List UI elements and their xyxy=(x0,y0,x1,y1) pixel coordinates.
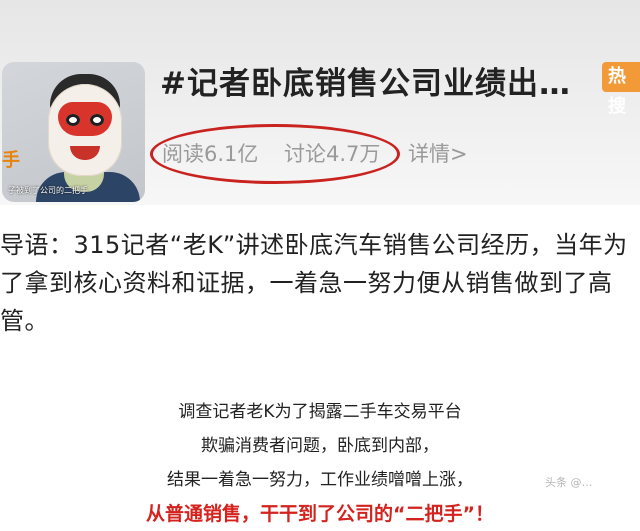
topic-title[interactable]: #记者卧底销售公司业绩出… xyxy=(160,58,600,103)
detail-link[interactable]: 详情> xyxy=(408,138,468,168)
intro-paragraph: 导语：315记者“老K”讲述卧底汽车销售公司经历，当年为了拿到核心资料和证据，一… xyxy=(0,231,628,335)
monkey-mask-image xyxy=(48,84,122,176)
article-line: 结果一着急一努力，工作业绩噌噌上涨， xyxy=(167,470,473,490)
thumbnail-overlay-char: 手 xyxy=(2,150,20,171)
article-line: 欺骗消费者问题，卧底到内部， xyxy=(201,436,439,456)
mask-mouth xyxy=(70,146,100,160)
article-body: 调查记者老K为了揭露二手车交易平台 欺骗消费者问题，卧底到内部， 结果一着急一努… xyxy=(0,395,640,531)
article-line: 调查记者老K为了揭露二手车交易平台 xyxy=(178,402,462,422)
stats-highlight-circle xyxy=(150,124,400,184)
article-emphasis-line: 从普通销售，干干到了公司的“二把手”！ xyxy=(146,503,494,525)
mask-left-eye xyxy=(66,114,80,126)
topic-thumbnail[interactable]: 手 子被到了公司的二把手 xyxy=(2,62,145,202)
thumbnail-caption: 子被到了公司的二把手 xyxy=(8,186,88,195)
mask-right-eye xyxy=(90,114,104,126)
hot-badge: 热搜 xyxy=(602,62,640,117)
watermark: 头条 @… xyxy=(545,476,593,489)
